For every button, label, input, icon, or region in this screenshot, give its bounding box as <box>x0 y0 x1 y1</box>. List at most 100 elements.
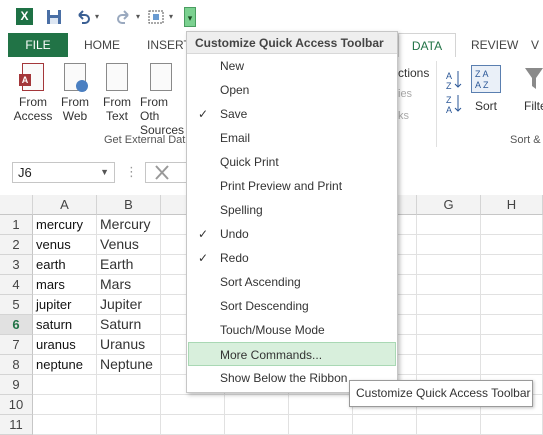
cell-empty[interactable] <box>417 275 481 295</box>
menu-item[interactable]: Sort Ascending <box>188 270 396 294</box>
menu-item[interactable]: ✓ Save <box>188 102 396 126</box>
cell-empty[interactable] <box>417 255 481 275</box>
row-header[interactable]: 6 <box>0 315 33 335</box>
select-icon[interactable] <box>148 7 166 27</box>
undo-dropdown-icon[interactable]: ▾ <box>95 12 99 21</box>
cancel-icon[interactable] <box>146 163 186 182</box>
tab-file[interactable]: FILE <box>8 33 68 57</box>
cell-empty[interactable] <box>481 355 543 375</box>
select-all-corner[interactable] <box>0 195 33 215</box>
cell-a[interactable] <box>33 375 97 395</box>
cell-empty[interactable] <box>225 415 289 435</box>
from-other-sources-button[interactable]: From Oth Sources <box>140 63 186 137</box>
cell-a[interactable]: mars <box>33 275 97 295</box>
cell-empty[interactable] <box>289 395 353 415</box>
undo-icon[interactable] <box>75 7 91 27</box>
tab-data[interactable]: DATA <box>398 33 456 58</box>
menu-item[interactable]: Email <box>188 126 396 150</box>
tab-insert[interactable]: INSERT <box>147 33 191 57</box>
sort-button[interactable]: Sort <box>475 99 497 113</box>
cell-a[interactable] <box>33 395 97 415</box>
connections-label[interactable]: ctions <box>398 66 429 80</box>
menu-item[interactable]: Touch/Mouse Mode <box>188 318 396 342</box>
menu-item[interactable]: Spelling <box>188 198 396 222</box>
sort-icon[interactable]: Z AA Z <box>471 65 501 93</box>
menu-item[interactable]: ✓ Redo <box>188 246 396 270</box>
filter-icon[interactable] <box>524 65 543 93</box>
cell-b[interactable]: Mars <box>97 275 161 295</box>
tab-review[interactable]: REVIEW <box>471 33 518 57</box>
cell-b[interactable] <box>97 375 161 395</box>
cell-empty[interactable] <box>481 295 543 315</box>
from-text-button[interactable]: From Text <box>97 63 137 123</box>
cell-a[interactable] <box>33 415 97 435</box>
menu-item[interactable]: Sort Descending <box>188 294 396 318</box>
from-web-button[interactable]: From Web <box>55 63 95 123</box>
row-header[interactable]: 4 <box>0 275 33 295</box>
row-header[interactable]: 8 <box>0 355 33 375</box>
cell-empty[interactable] <box>417 215 481 235</box>
cell-empty[interactable] <box>161 395 225 415</box>
cell-a[interactable]: mercury <box>33 215 97 235</box>
row-header[interactable]: 11 <box>0 415 33 435</box>
cell-empty[interactable] <box>417 315 481 335</box>
cell-b[interactable]: Mercury <box>97 215 161 235</box>
sort-az-icon[interactable]: AZZA <box>445 65 463 115</box>
cell-empty[interactable] <box>417 355 481 375</box>
row-header[interactable]: 7 <box>0 335 33 355</box>
cell-a[interactable]: neptune <box>33 355 97 375</box>
cell-empty[interactable] <box>481 215 543 235</box>
cell-empty[interactable] <box>481 275 543 295</box>
redo-icon[interactable] <box>116 7 132 27</box>
cell-a[interactable]: saturn <box>33 315 97 335</box>
cell-b[interactable]: Neptune <box>97 355 161 375</box>
cell-a[interactable]: venus <box>33 235 97 255</box>
chevron-down-icon[interactable]: ▼ <box>100 163 109 182</box>
cell-empty[interactable] <box>481 235 543 255</box>
column-header-a[interactable]: A <box>33 195 97 215</box>
cell-a[interactable]: uranus <box>33 335 97 355</box>
cell-empty[interactable] <box>481 255 543 275</box>
cell-a[interactable]: jupiter <box>33 295 97 315</box>
cell-empty[interactable] <box>481 415 543 435</box>
row-header[interactable]: 10 <box>0 395 33 415</box>
menu-item[interactable]: New <box>188 54 396 78</box>
cell-b[interactable] <box>97 395 161 415</box>
cell-empty[interactable] <box>481 335 543 355</box>
menu-item[interactable]: ✓ Undo <box>188 222 396 246</box>
cell-empty[interactable] <box>161 415 225 435</box>
from-access-button[interactable]: A From Access <box>13 63 53 123</box>
menu-item[interactable]: Open <box>188 78 396 102</box>
redo-dropdown-icon[interactable]: ▾ <box>136 12 140 21</box>
menu-item[interactable]: More Commands... <box>188 342 396 366</box>
cell-empty[interactable] <box>481 315 543 335</box>
cell-empty[interactable] <box>225 395 289 415</box>
row-header[interactable]: 5 <box>0 295 33 315</box>
column-header-g[interactable]: G <box>417 195 481 215</box>
cell-b[interactable]: Venus <box>97 235 161 255</box>
cell-empty[interactable] <box>417 335 481 355</box>
save-icon[interactable] <box>46 7 62 27</box>
cell-b[interactable]: Earth <box>97 255 161 275</box>
cell-b[interactable]: Jupiter <box>97 295 161 315</box>
row-header[interactable]: 3 <box>0 255 33 275</box>
filter-button[interactable]: Filte <box>524 99 543 113</box>
menu-item[interactable]: Print Preview and Print <box>188 174 396 198</box>
cell-empty[interactable] <box>417 295 481 315</box>
name-box[interactable]: J6 ▼ <box>12 162 115 183</box>
row-header[interactable]: 1 <box>0 215 33 235</box>
column-header-b[interactable]: B <box>97 195 161 215</box>
cell-b[interactable]: Saturn <box>97 315 161 335</box>
row-header[interactable]: 9 <box>0 375 33 395</box>
column-header-h[interactable]: H <box>481 195 543 215</box>
tab-home[interactable]: HOME <box>84 33 120 57</box>
row-header[interactable]: 2 <box>0 235 33 255</box>
cell-b[interactable]: Uranus <box>97 335 161 355</box>
cell-empty[interactable] <box>417 415 481 435</box>
menu-item[interactable]: Quick Print <box>188 150 396 174</box>
cell-empty[interactable] <box>417 235 481 255</box>
tab-view[interactable]: V <box>531 33 539 57</box>
select-dropdown-icon[interactable]: ▾ <box>169 12 173 21</box>
cell-a[interactable]: earth <box>33 255 97 275</box>
cell-empty[interactable] <box>289 415 353 435</box>
